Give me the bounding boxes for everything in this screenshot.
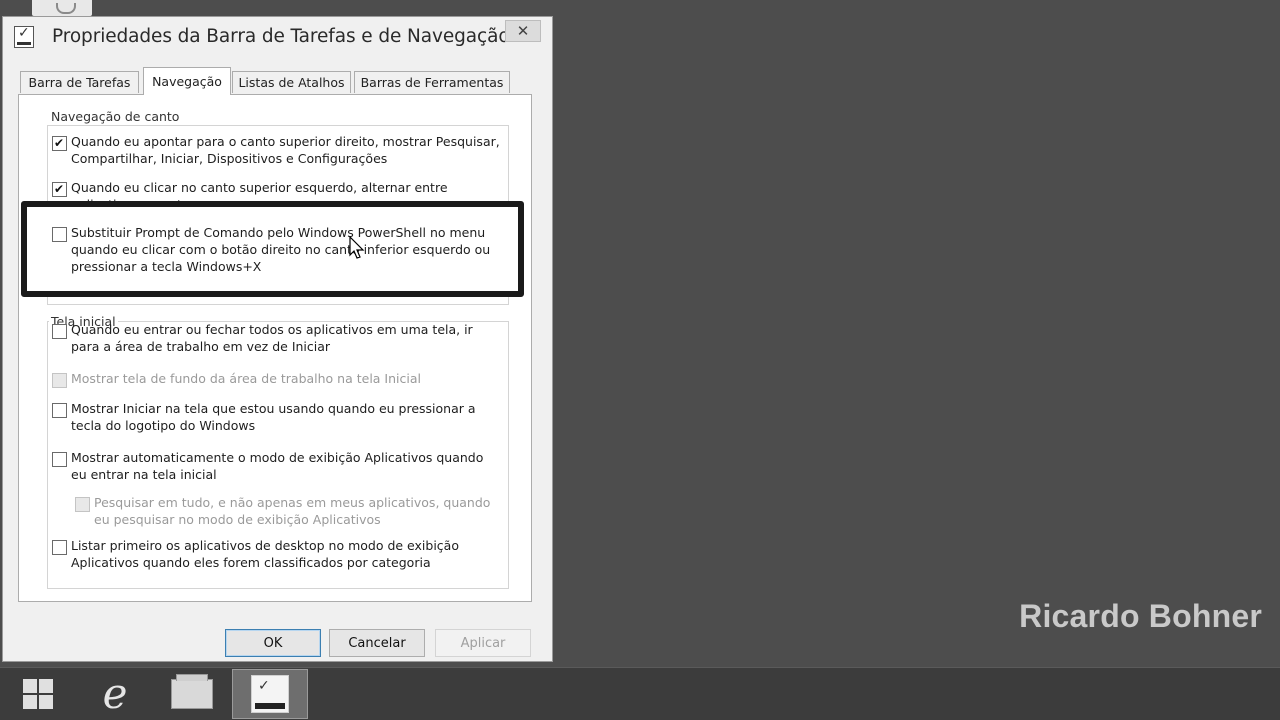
option-label: Listar primeiro os aplicativos de deskto… [71, 538, 459, 570]
tab-label: Barra de Tarefas [28, 75, 131, 90]
option-label: Pesquisar em tudo, e não apenas em meus … [94, 495, 491, 527]
file-explorer-icon [171, 674, 213, 709]
checkbox[interactable] [52, 403, 67, 418]
ok-button[interactable]: OK [225, 629, 321, 657]
tab-listas-de-atalhos[interactable]: Listas de Atalhos [232, 71, 351, 93]
checkbox[interactable] [52, 540, 67, 555]
option-label: Quando eu clicar no canto superior esque… [71, 180, 448, 201]
option-list-desktop-apps-first[interactable]: Listar primeiro os aplicativos de deskto… [52, 537, 502, 571]
option-corner-switch-apps[interactable]: Quando eu clicar no canto superior esque… [52, 179, 502, 201]
apply-label: Aplicar [460, 635, 506, 651]
internet-explorer-icon: e [102, 669, 128, 718]
checkbox [52, 373, 67, 388]
option-go-to-desktop[interactable]: Quando eu entrar ou fechar todos os apli… [52, 321, 502, 355]
dialog-title: Propriedades da Barra de Tarefas e de Na… [52, 26, 510, 47]
option-label: Quando eu entrar ou fechar todos os apli… [71, 322, 473, 354]
watermark: Ricardo Bohner [1019, 598, 1262, 634]
option-label: Mostrar Iniciar na tela que estou usando… [71, 401, 476, 433]
option-corner-charms[interactable]: Quando eu apontar para o canto superior … [52, 133, 502, 167]
taskbar-properties-dialog: Propriedades da Barra de Tarefas e de Na… [2, 16, 553, 662]
taskbar-properties-icon [251, 675, 289, 713]
option-label: Mostrar automaticamente o modo de exibiç… [71, 450, 484, 482]
taskbar: e [0, 667, 1280, 720]
option-replace-cmd-powershell[interactable]: Substituir Prompt de Comando pelo Window… [52, 224, 502, 275]
tab-label: Barras de Ferramentas [360, 75, 504, 90]
cancel-button[interactable]: Cancelar [329, 629, 425, 657]
desktop-recycle-icon[interactable] [32, 0, 92, 16]
option-search-everywhere: Pesquisar em tudo, e não apenas em meus … [75, 494, 495, 528]
option-show-apps-view[interactable]: Mostrar automaticamente o modo de exibiç… [52, 449, 502, 483]
option-start-on-current-display[interactable]: Mostrar Iniciar na tela que estou usando… [52, 400, 502, 434]
taskbar-file-explorer[interactable] [154, 669, 230, 719]
option-desktop-background: Mostrar tela de fundo da área de trabalh… [52, 370, 502, 388]
checkbox[interactable] [52, 452, 67, 467]
option-label: Quando eu apontar para o canto superior … [71, 134, 500, 166]
tab-label: Listas de Atalhos [238, 75, 345, 90]
checkbox[interactable] [52, 182, 67, 197]
corner-group-title: Navegação de canto [49, 109, 182, 124]
checkbox[interactable] [52, 136, 67, 151]
windows-logo-icon [23, 679, 53, 709]
apply-button: Aplicar [435, 629, 531, 657]
properties-app-icon [14, 25, 34, 48]
taskbar-properties-window[interactable] [232, 669, 308, 719]
checkbox[interactable] [52, 227, 67, 242]
close-button[interactable]: ✕ [505, 20, 541, 42]
mouse-cursor-icon [349, 236, 365, 259]
start-button[interactable] [0, 669, 76, 719]
taskbar-internet-explorer[interactable]: e [77, 669, 153, 719]
navigation-panel: Navegação de canto Quando eu apontar par… [18, 94, 532, 602]
tab-barra-de-tarefas[interactable]: Barra de Tarefas [20, 71, 139, 93]
option-label: Mostrar tela de fundo da área de trabalh… [71, 371, 421, 386]
option-label: Substituir Prompt de Comando pelo Window… [71, 225, 491, 274]
tab-navegacao[interactable]: Navegação [143, 67, 231, 95]
title-bar[interactable]: Propriedades da Barra de Tarefas e de Na… [3, 17, 552, 57]
checkbox [75, 497, 90, 512]
checkbox[interactable] [52, 324, 67, 339]
close-icon: ✕ [516, 22, 530, 40]
tab-barras-de-ferramentas[interactable]: Barras de Ferramentas [354, 71, 510, 93]
tab-label: Navegação [152, 74, 222, 89]
cancel-label: Cancelar [348, 635, 406, 651]
ok-label: OK [263, 635, 283, 651]
highlighted-option-box: Substituir Prompt de Comando pelo Window… [21, 201, 524, 297]
